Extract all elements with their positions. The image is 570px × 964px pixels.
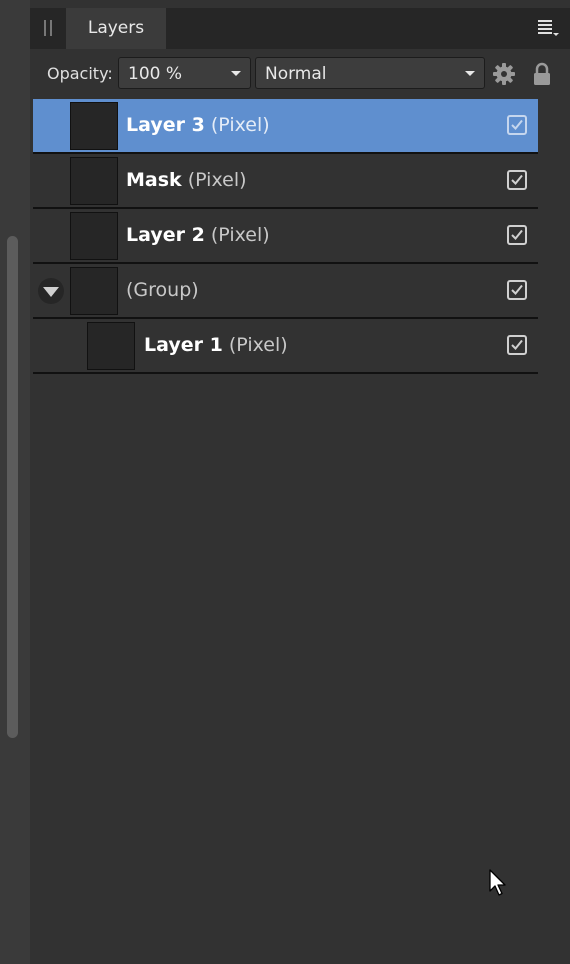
opacity-value: 100 % bbox=[128, 64, 183, 84]
opacity-label: Opacity: bbox=[47, 64, 113, 83]
chevron-down-icon bbox=[465, 71, 475, 76]
blend-mode-dropdown[interactable]: Normal bbox=[255, 57, 485, 89]
layer-name: (Group) bbox=[126, 279, 199, 301]
layer-thumbnail bbox=[70, 212, 118, 260]
gear-icon[interactable] bbox=[493, 63, 515, 85]
grip-icon[interactable] bbox=[44, 20, 52, 36]
blend-mode-value: Normal bbox=[265, 64, 327, 84]
layers-toolbar: Opacity: 100 % Normal bbox=[30, 49, 570, 99]
chevron-down-icon bbox=[231, 71, 241, 76]
layers-panel: Layers Opacity: 100 % Normal Layer 3 (Pi… bbox=[30, 0, 570, 964]
visibility-checkbox[interactable] bbox=[507, 335, 527, 355]
panel-menu-icon[interactable] bbox=[538, 18, 560, 38]
panel-tab-bar: Layers bbox=[30, 8, 570, 49]
layer-name: Layer 1 (Pixel) bbox=[144, 334, 288, 356]
layer-name: Layer 2 (Pixel) bbox=[126, 224, 270, 246]
mouse-pointer-icon bbox=[489, 869, 509, 897]
layer-row[interactable]: Mask (Pixel) bbox=[33, 154, 538, 209]
layer-thumbnail bbox=[70, 267, 118, 315]
visibility-checkbox[interactable] bbox=[507, 280, 527, 300]
layer-row-group[interactable]: (Group) bbox=[33, 264, 538, 319]
layer-row[interactable]: Layer 1 (Pixel) bbox=[33, 319, 538, 374]
visibility-checkbox[interactable] bbox=[507, 115, 527, 135]
layer-thumbnail bbox=[70, 102, 118, 150]
layer-row[interactable]: Layer 2 (Pixel) bbox=[33, 209, 538, 264]
visibility-checkbox[interactable] bbox=[507, 170, 527, 190]
tab-layers[interactable]: Layers bbox=[66, 8, 166, 49]
left-dock-strip bbox=[0, 0, 30, 964]
layer-thumbnail bbox=[87, 322, 135, 370]
layer-name: Layer 3 (Pixel) bbox=[126, 114, 270, 136]
layer-row[interactable]: Layer 3 (Pixel) bbox=[33, 99, 538, 154]
layers-list: Layer 3 (Pixel) Mask (Pixel) Layer 2 (Pi… bbox=[33, 99, 538, 374]
layer-thumbnail bbox=[70, 157, 118, 205]
layer-name: Mask (Pixel) bbox=[126, 169, 247, 191]
disclosure-triangle-icon[interactable] bbox=[38, 278, 64, 304]
scrollbar[interactable] bbox=[7, 236, 18, 738]
visibility-checkbox[interactable] bbox=[507, 225, 527, 245]
opacity-dropdown[interactable]: 100 % bbox=[118, 57, 251, 89]
lock-icon[interactable] bbox=[532, 62, 552, 86]
